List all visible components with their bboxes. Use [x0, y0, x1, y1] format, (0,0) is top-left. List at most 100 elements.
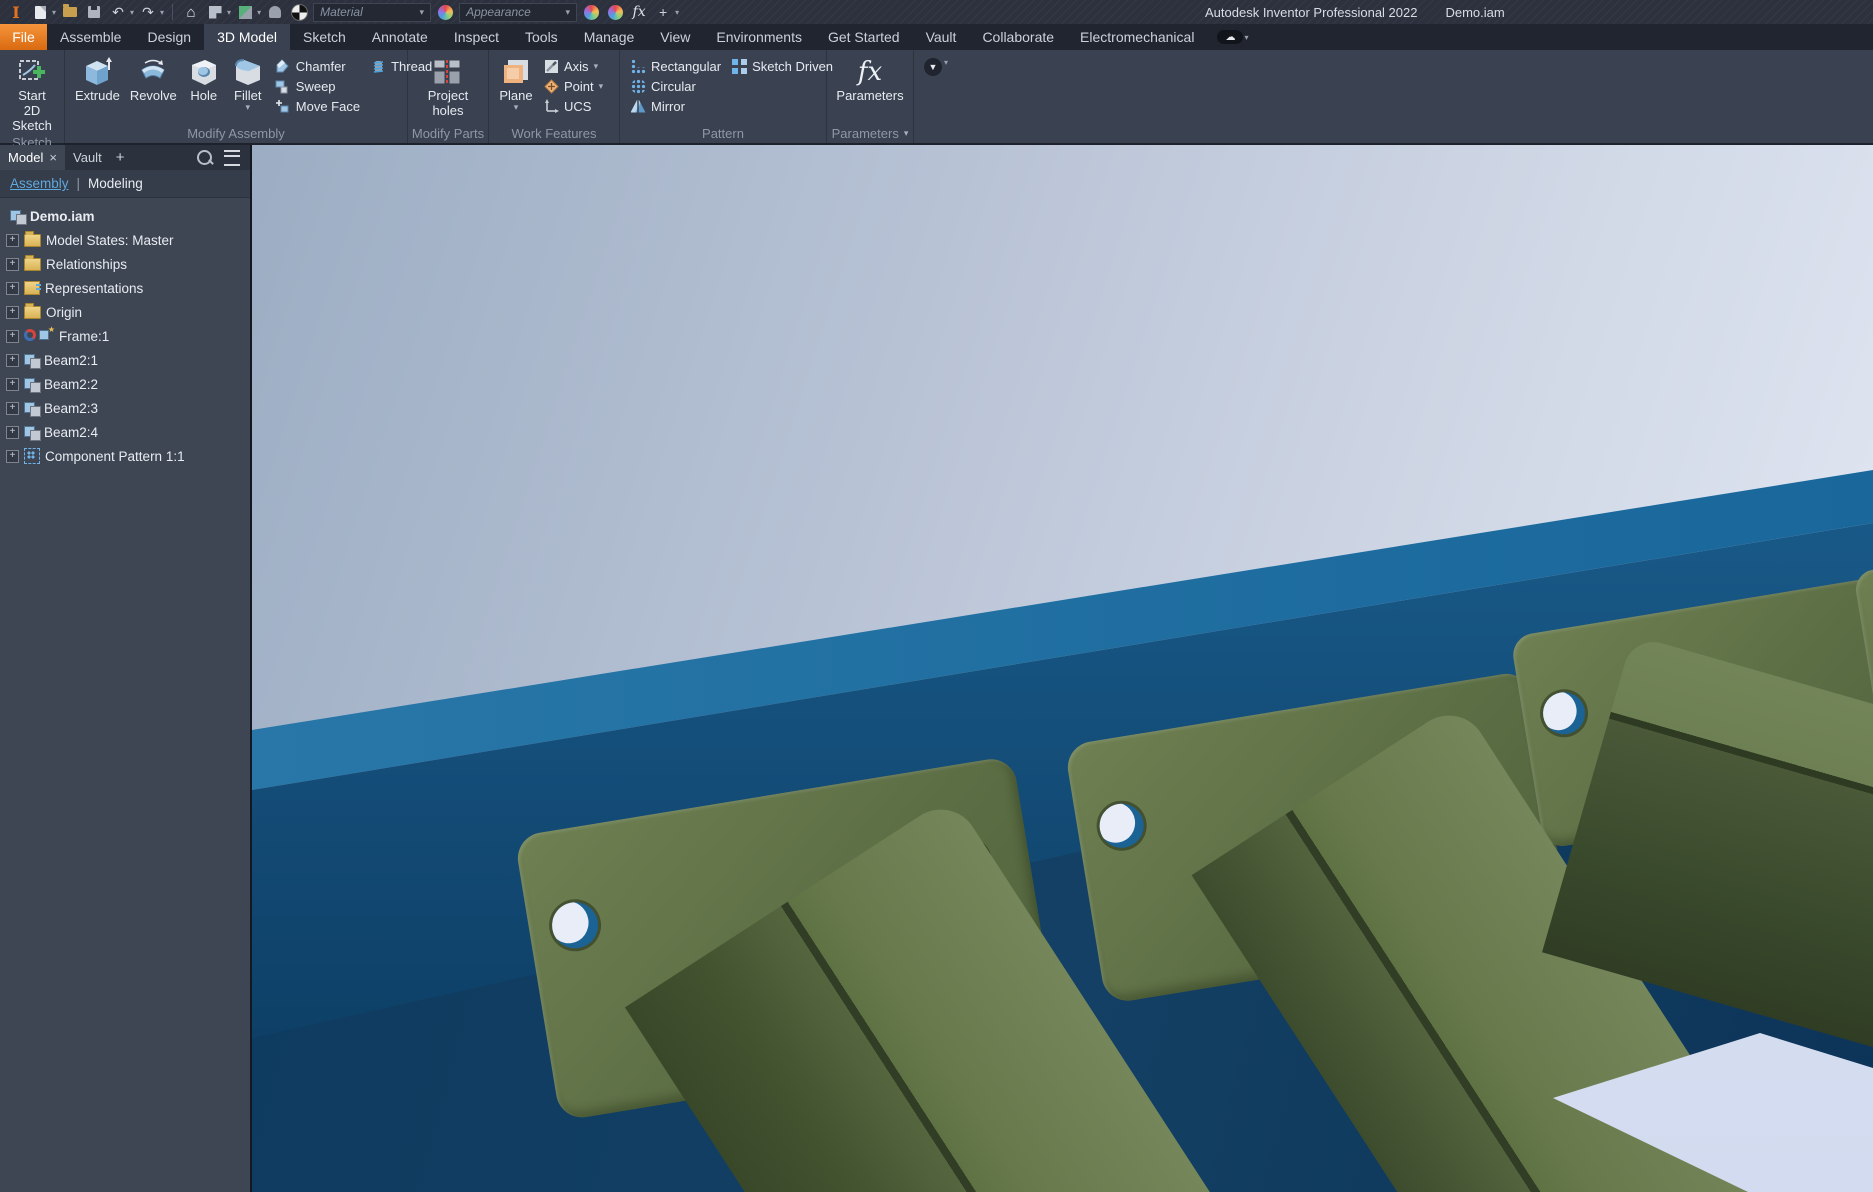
- ucs-button[interactable]: UCS: [539, 96, 607, 116]
- tab-file[interactable]: File: [0, 24, 47, 50]
- appearance-clear-button[interactable]: [605, 3, 625, 21]
- tab-3d-model[interactable]: 3D Model: [204, 24, 290, 50]
- project-holes-button[interactable]: Project holes: [414, 54, 482, 120]
- tab-environments[interactable]: Environments: [703, 24, 815, 50]
- sweep-button[interactable]: Sweep: [271, 76, 364, 96]
- mirror-button[interactable]: Mirror: [626, 96, 725, 116]
- assembly-view-link[interactable]: Assembly: [10, 176, 69, 191]
- fillet-dropdown[interactable]: ▾: [246, 103, 251, 112]
- bolt-hole[interactable]: [548, 898, 602, 952]
- point-button[interactable]: Point ▾: [539, 76, 607, 96]
- qat-customize-dropdown[interactable]: ▾: [675, 8, 679, 17]
- component-select-button[interactable]: [235, 3, 255, 21]
- material-combobox[interactable]: Material ▾: [313, 2, 432, 22]
- material-ball-button[interactable]: [289, 3, 309, 21]
- tab-inspect[interactable]: Inspect: [441, 24, 512, 50]
- axis-button[interactable]: Axis ▾: [539, 56, 607, 76]
- search-icon[interactable]: [197, 150, 212, 165]
- move-face-button[interactable]: Move Face: [271, 96, 364, 116]
- browser-tab-vault[interactable]: Vault: [65, 145, 110, 170]
- tree-item-root[interactable]: Demo.iam: [0, 204, 250, 228]
- tab-tools[interactable]: Tools: [512, 24, 571, 50]
- contact-solver-button[interactable]: [265, 3, 285, 21]
- expand-icon[interactable]: +: [6, 233, 19, 247]
- extrude-button[interactable]: Extrude: [71, 54, 124, 105]
- chamfer-button[interactable]: Chamfer: [271, 56, 364, 76]
- bolt-hole[interactable]: [1096, 800, 1147, 851]
- tab-view[interactable]: View: [647, 24, 703, 50]
- add-command-button[interactable]: +: [653, 3, 673, 21]
- 3d-viewport[interactable]: [252, 145, 1873, 1192]
- tab-sketch[interactable]: Sketch: [290, 24, 359, 50]
- tree-item-relationships[interactable]: + Relationships: [0, 252, 250, 276]
- tab-collaborate[interactable]: Collaborate: [969, 24, 1067, 50]
- appearance-combobox[interactable]: Appearance ▾: [459, 2, 578, 22]
- expand-icon[interactable]: +: [6, 257, 19, 271]
- collaboration-cloud-button[interactable]: ☁ ▾: [1217, 24, 1248, 50]
- expand-icon[interactable]: +: [6, 401, 19, 415]
- fillet-button[interactable]: Fillet ▾: [227, 54, 269, 113]
- ribbon-collapse-dropdown[interactable]: ▾: [944, 58, 948, 67]
- start-2d-sketch-button[interactable]: Start 2D Sketch: [6, 54, 58, 135]
- sketch-command-dropdown[interactable]: ▾: [227, 8, 231, 17]
- close-icon[interactable]: ×: [49, 150, 57, 165]
- sketch-command-button[interactable]: [205, 3, 225, 21]
- hole-button[interactable]: Hole: [183, 54, 225, 105]
- tree-item-frame-1[interactable]: + Frame:1: [0, 324, 250, 348]
- plane-button[interactable]: Plane ▾: [495, 54, 537, 113]
- open-file-button[interactable]: [60, 3, 80, 21]
- tab-manage[interactable]: Manage: [571, 24, 648, 50]
- expand-icon[interactable]: +: [6, 353, 19, 367]
- tree-item-beam2-1[interactable]: + Beam2:1: [0, 348, 250, 372]
- expand-icon[interactable]: +: [6, 329, 19, 343]
- tree-item-beam2-3[interactable]: + Beam2:3: [0, 396, 250, 420]
- new-file-button[interactable]: [30, 3, 50, 21]
- point-dropdown[interactable]: ▾: [599, 82, 604, 91]
- circular-pattern-button[interactable]: Circular: [626, 76, 725, 96]
- add-browser-tab-button[interactable]: +: [116, 149, 125, 166]
- revolve-button[interactable]: Revolve: [126, 54, 181, 105]
- expand-icon[interactable]: +: [6, 449, 19, 463]
- parameters-quick-button[interactable]: fx: [629, 3, 649, 21]
- undo-button[interactable]: ↶: [108, 3, 128, 21]
- tab-vault[interactable]: Vault: [913, 24, 970, 50]
- modeling-view-link[interactable]: Modeling: [88, 176, 143, 191]
- new-file-dropdown[interactable]: ▾: [52, 8, 56, 17]
- expand-icon[interactable]: +: [6, 425, 19, 439]
- expand-icon[interactable]: +: [6, 305, 19, 319]
- material-wheel-button[interactable]: [435, 3, 455, 21]
- parameters-group-dropdown[interactable]: ▾: [904, 129, 909, 138]
- parameters-button[interactable]: fx Parameters: [832, 54, 907, 105]
- rectangular-pattern-button[interactable]: Rectangular: [626, 56, 725, 76]
- browser-menu-icon[interactable]: [224, 149, 240, 166]
- ribbon-collapse-button[interactable]: ▼: [924, 58, 942, 76]
- tab-design[interactable]: Design: [134, 24, 204, 50]
- tab-annotate[interactable]: Annotate: [359, 24, 441, 50]
- browser-tab-model[interactable]: Model ×: [0, 145, 66, 170]
- expand-icon[interactable]: +: [6, 377, 19, 391]
- tree-item-origin[interactable]: + Origin: [0, 300, 250, 324]
- tree-item-component-pattern[interactable]: + Component Pattern 1:1: [0, 444, 250, 468]
- tree-item-beam2-4[interactable]: + Beam2:4: [0, 420, 250, 444]
- redo-dropdown[interactable]: ▾: [160, 8, 164, 17]
- sweep-icon: [275, 78, 291, 94]
- save-button[interactable]: [84, 3, 104, 21]
- chevron-down-icon: ▾: [1244, 32, 1249, 42]
- bolt-hole[interactable]: [1539, 689, 1589, 738]
- axis-dropdown[interactable]: ▾: [594, 62, 599, 71]
- undo-dropdown[interactable]: ▾: [130, 8, 134, 17]
- appearance-add-button[interactable]: [581, 3, 601, 21]
- redo-button[interactable]: ↷: [138, 3, 158, 21]
- tree-item-beam2-2[interactable]: + Beam2:2: [0, 372, 250, 396]
- component-select-dropdown[interactable]: ▾: [257, 8, 261, 17]
- home-view-button[interactable]: ⌂: [181, 3, 201, 21]
- tab-electromechanical[interactable]: Electromechanical: [1067, 24, 1207, 50]
- tab-assemble[interactable]: Assemble: [47, 24, 134, 50]
- sketch-driven-button[interactable]: Sketch Driven: [727, 56, 837, 76]
- tree-item-representations[interactable]: + Representations: [0, 276, 250, 300]
- tree-item-model-states[interactable]: + Model States: Master: [0, 228, 250, 252]
- tab-get-started[interactable]: Get Started: [815, 24, 913, 50]
- expand-icon[interactable]: +: [6, 281, 19, 295]
- component-icon: [24, 425, 41, 441]
- plane-dropdown[interactable]: ▾: [514, 103, 519, 112]
